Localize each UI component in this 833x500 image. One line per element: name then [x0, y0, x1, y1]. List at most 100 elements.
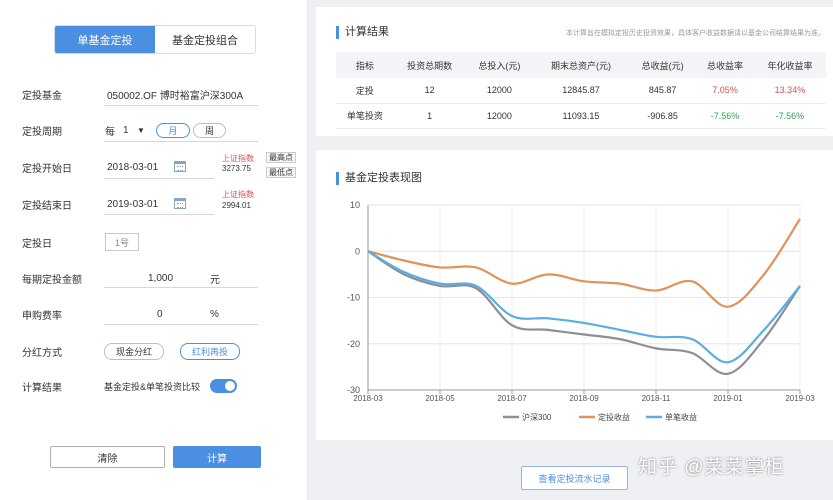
x-tick-label: 2018-07 — [497, 394, 527, 403]
highest-point-button[interactable]: 最高点 — [266, 152, 296, 163]
result-compare-label: 基金定投&单笔投资比较 — [104, 381, 201, 392]
results-title: 计算结果 — [336, 26, 389, 39]
amount-input[interactable]: 1,000 — [148, 273, 173, 284]
result-label: 计算结果 — [22, 382, 62, 394]
amount-label: 每期定投金额 — [22, 274, 82, 286]
clear-button[interactable]: 清除 — [50, 446, 165, 468]
fee-unit: % — [210, 308, 219, 320]
results-panel: 计算结果 本计算旨在模拟定投历史投资效果，具体客户收益数据请以基金公司结算结果为… — [316, 7, 833, 136]
compare-toggle[interactable] — [210, 379, 237, 393]
performance-chart: 100-10-20-302018-03 2018-05 2018-07 2018-09… — [347, 200, 815, 422]
header-cell: 期末总资产(元) — [532, 52, 629, 78]
period-row: 定投周期 每 1 ▼ 月 周 — [0, 120, 308, 140]
table-cell: -906.85 — [629, 103, 697, 129]
y-tick-label: -10 — [347, 293, 360, 303]
fee-label: 申购费率 — [22, 310, 62, 322]
header-cell: 总投入(元) — [465, 52, 533, 78]
table-cell: -7.56% — [696, 103, 754, 129]
amount-underline — [104, 287, 258, 288]
table-cell: -7.56% — [753, 103, 826, 129]
y-tick-label: -20 — [347, 339, 360, 349]
table-cell: 12000 — [465, 103, 533, 129]
amount-unit: 元 — [210, 274, 220, 286]
day-row: 定投日 1号 — [0, 232, 308, 252]
table-cell: 11093.15 — [532, 103, 629, 129]
result-row: 计算结果 基金定投&单笔投资比较 — [0, 376, 308, 396]
table-row: 定投 12 12000 12845.87 845.87 7.05% 13.34% — [336, 78, 826, 104]
legend-label: 单笔收益 — [665, 412, 697, 422]
calendar-icon[interactable] — [174, 161, 186, 172]
table-cell: 7.05% — [696, 78, 754, 104]
calendar-icon[interactable] — [174, 198, 186, 209]
chevron-down-icon[interactable]: ▼ — [137, 126, 145, 135]
fee-row: 申购费率 0 % — [0, 304, 308, 324]
legend-label: 沪深300 — [522, 412, 552, 422]
x-tick-label: 2018-09 — [569, 394, 599, 403]
results-table: 指标 投资总期数 总投入(元) 期末总资产(元) 总收益(元) 总收益率 年化收… — [336, 52, 826, 129]
x-tick-label: 2018-05 — [425, 394, 455, 403]
fee-input[interactable]: 0 — [157, 309, 163, 320]
results-note: 本计算旨在模拟定投历史投资效果，具体客户收益数据请以基金公司结算结果为准。 — [566, 30, 825, 37]
header-cell: 年化收益率 — [753, 52, 826, 78]
start-index-label: 上证指数 — [222, 154, 254, 163]
period-prefix: 每 — [105, 126, 115, 138]
end-index-label: 上证指数 — [222, 190, 254, 199]
table-cell: 12 — [393, 78, 466, 104]
view-flow-records-button[interactable]: 查看定投流水记录 — [521, 466, 628, 490]
period-week-option[interactable]: 周 — [193, 122, 226, 138]
fund-input[interactable]: 050002.OF 博时裕富沪深300A — [107, 87, 243, 102]
fund-underline — [104, 105, 258, 106]
start-date-input[interactable]: 2018-03-01 — [107, 162, 158, 173]
legend-label: 定投收益 — [598, 412, 630, 422]
table-cell: 1 — [393, 103, 466, 129]
end-date-label: 定投结束日 — [22, 200, 72, 212]
dividend-label: 分红方式 — [22, 347, 62, 359]
x-tick-label: 2019-03 — [785, 394, 815, 403]
y-tick-label: 10 — [350, 200, 360, 210]
table-row: 单笔投资 1 12000 11093.15 -906.85 -7.56% -7.… — [336, 103, 826, 129]
end-index-value: 2994.01 — [222, 201, 251, 210]
start-underline — [104, 178, 214, 179]
fund-row: 定投基金 050002.OF 博时裕富沪深300A — [0, 84, 308, 104]
start-date-row: 定投开始日 2018-03-01 — [0, 157, 308, 177]
dividend-reinvest-option[interactable]: 红利再投 — [180, 342, 240, 360]
fund-label: 定投基金 — [22, 90, 62, 102]
period-month-option[interactable]: 月 — [156, 122, 190, 138]
period-label: 定投周期 — [22, 126, 62, 138]
watermark: 知乎 @菜菜掌柜 — [638, 457, 785, 478]
table-cell: 12000 — [465, 78, 533, 104]
day-select[interactable]: 1号 — [105, 233, 139, 251]
table-cell: 12845.87 — [532, 78, 629, 104]
start-date-label: 定投开始日 — [22, 163, 72, 175]
fee-underline — [104, 324, 258, 325]
end-underline — [104, 214, 214, 215]
header-cell: 指标 — [336, 52, 394, 78]
period-underline — [104, 141, 258, 142]
end-date-input[interactable]: 2019-03-01 — [107, 199, 158, 210]
x-tick-label: 2018-03 — [353, 394, 383, 403]
dividend-cash-option[interactable]: 现金分红 — [104, 342, 164, 360]
calculator-form-panel: 单基金定投 基金定投组合 定投基金 050002.OF 博时裕富沪深300A 定… — [0, 0, 308, 500]
day-label: 定投日 — [22, 238, 52, 250]
results-header-row: 指标 投资总期数 总投入(元) 期末总资产(元) 总收益(元) 总收益率 年化收… — [336, 52, 826, 78]
header-cell: 总收益率 — [696, 52, 754, 78]
x-tick-label: 2018-11 — [642, 394, 671, 403]
table-cell: 单笔投资 — [336, 103, 394, 129]
tab-fund-portfolio[interactable]: 基金定投组合 — [155, 26, 255, 53]
x-tick-label: 2019-01 — [713, 394, 743, 403]
end-date-row: 定投结束日 2019-03-01 — [0, 194, 308, 214]
period-count-select[interactable]: 1 — [123, 125, 129, 136]
calculate-button[interactable]: 计算 — [173, 446, 261, 468]
amount-row: 每期定投金额 1,000 元 — [0, 268, 308, 288]
table-cell: 定投 — [336, 78, 394, 104]
table-cell: 13.34% — [753, 78, 826, 104]
tab-single-fund[interactable]: 单基金定投 — [55, 26, 155, 53]
dividend-row: 分红方式 现金分红 红利再投 — [0, 341, 308, 361]
y-tick-label: 0 — [355, 246, 360, 256]
lowest-point-button[interactable]: 最低点 — [266, 167, 296, 178]
header-cell: 总收益(元) — [629, 52, 697, 78]
chart-panel: 基金定投表现图 10 0 -10 -20 -30 2018-03 2018-05 2018-0… — [316, 150, 833, 440]
table-cell: 845.87 — [629, 78, 697, 104]
header-cell: 投资总期数 — [393, 52, 466, 78]
start-index-value: 3273.75 — [222, 164, 251, 173]
